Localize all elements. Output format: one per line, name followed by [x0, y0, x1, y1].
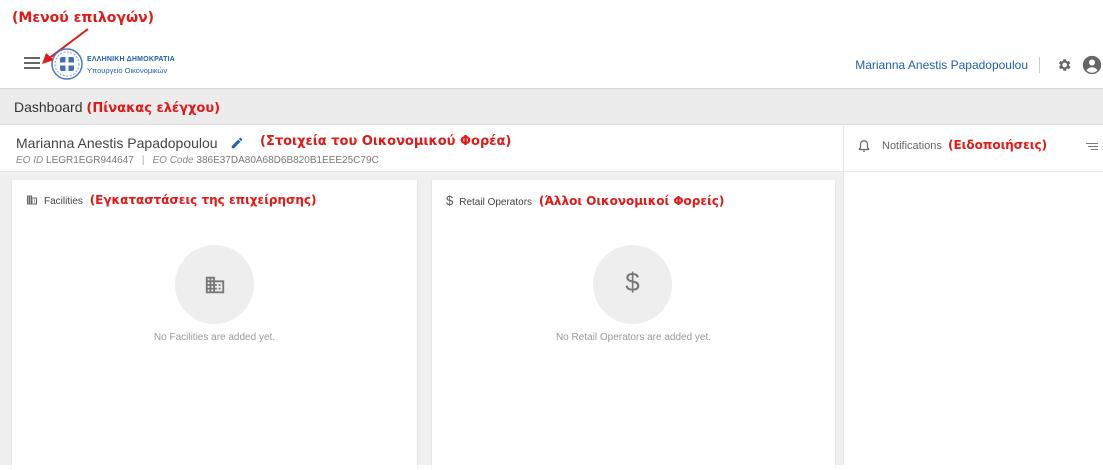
dollar-icon: $	[446, 193, 454, 208]
notifications-annotation: (Ειδοποιήσεις)	[947, 138, 1048, 152]
eo-details-annotation: (Στοιχεία του Οικονομικού Φορέα)	[260, 134, 512, 149]
facilities-title: Facilities	[44, 196, 83, 207]
eo-code-label: EO Code	[152, 155, 194, 166]
dashboard-title: Dashboard	[14, 99, 83, 115]
eo-info-header: Marianna Anestis Papadopoulou (Στοιχεία …	[0, 126, 843, 172]
retail-card-header: $ Retail Operators (Άλλοι Οικονομικοί Φορ…	[446, 193, 724, 208]
eo-id-value: LEGR1EGR944647	[46, 155, 134, 166]
page-title: Dashboard (Πίνακας ελέγχου)	[14, 99, 220, 116]
facilities-card[interactable]: Facilities (Εγκαταστάσεις της επιχείρηση…	[12, 180, 417, 470]
header-user-name[interactable]: Marianna Anestis Papadopoulou	[855, 58, 1028, 72]
logo-subtitle: Υπουργείο Οικονομικών	[87, 66, 168, 75]
notifications-panel: Notifications (Ειδοποιήσεις)	[843, 126, 1103, 465]
notifications-header: Notifications (Ειδοποιήσεις)	[844, 126, 1103, 172]
facilities-card-header: Facilities (Εγκαταστάσεις της επιχείρηση…	[26, 193, 317, 207]
retail-title: Retail Operators	[459, 197, 533, 208]
retail-empty-text: No Retail Operators are added yet.	[555, 332, 712, 343]
facilities-empty-text: No Facilities are added yet.	[153, 332, 276, 343]
gear-icon[interactable]	[1056, 57, 1072, 73]
dollar-icon: $	[625, 267, 640, 297]
dashboard-content: Facilities (Εγκαταστάσεις της επιχείρηση…	[0, 172, 843, 470]
dashboard-bar: Dashboard (Πίνακας ελέγχου)	[0, 88, 1103, 125]
eo-identifiers: EO ID LEGR1EGR944647 | EO Code 386E37DA80A…	[16, 155, 379, 166]
eo-id-label: EO ID	[16, 155, 44, 166]
notifications-title-wrap: Notifications (Ειδοποιήσεις)	[882, 138, 1047, 152]
logo-title: ΕΛΛΗΝΙΚΗ ΔΗΜΟΚΡΑΤΙΑ	[87, 56, 175, 63]
retail-annotation: (Άλλοι Οικονομικοί Φορείς)	[538, 194, 725, 208]
retail-operators-card[interactable]: $ Retail Operators (Άλλοι Οικονομικοί Φορ…	[432, 180, 835, 470]
menu-icon[interactable]	[24, 57, 40, 69]
building-icon	[205, 276, 224, 293]
account-icon[interactable]	[1082, 55, 1102, 75]
eo-code-value: 386E37DA80A68D6B820B1EEE25C79C	[196, 155, 379, 166]
greek-emblem-logo	[51, 48, 83, 80]
facilities-annotation: (Εγκαταστάσεις της επιχείρησης)	[89, 193, 317, 207]
dashboard-annotation: (Πίνακας ελέγχου)	[86, 101, 221, 116]
building-icon	[27, 195, 37, 205]
eo-name: Marianna Anestis Papadopoulou	[16, 135, 218, 151]
menu-annotation: (Μενού επιλογών)	[12, 10, 155, 26]
bell-icon	[858, 140, 870, 152]
notifications-title: Notifications	[882, 140, 942, 152]
notifications-menu-icon[interactable]	[1086, 143, 1098, 152]
top-header: (Μενού επιλογών) ΕΛΛΗΝΙΚΗ ΔΗΜΟΚΡΑΤΙΑ Υπο…	[0, 0, 1103, 88]
facilities-empty-circle	[175, 245, 254, 324]
header-divider	[1039, 57, 1040, 73]
pencil-icon[interactable]	[230, 136, 244, 150]
retail-empty-circle: $	[593, 245, 672, 324]
